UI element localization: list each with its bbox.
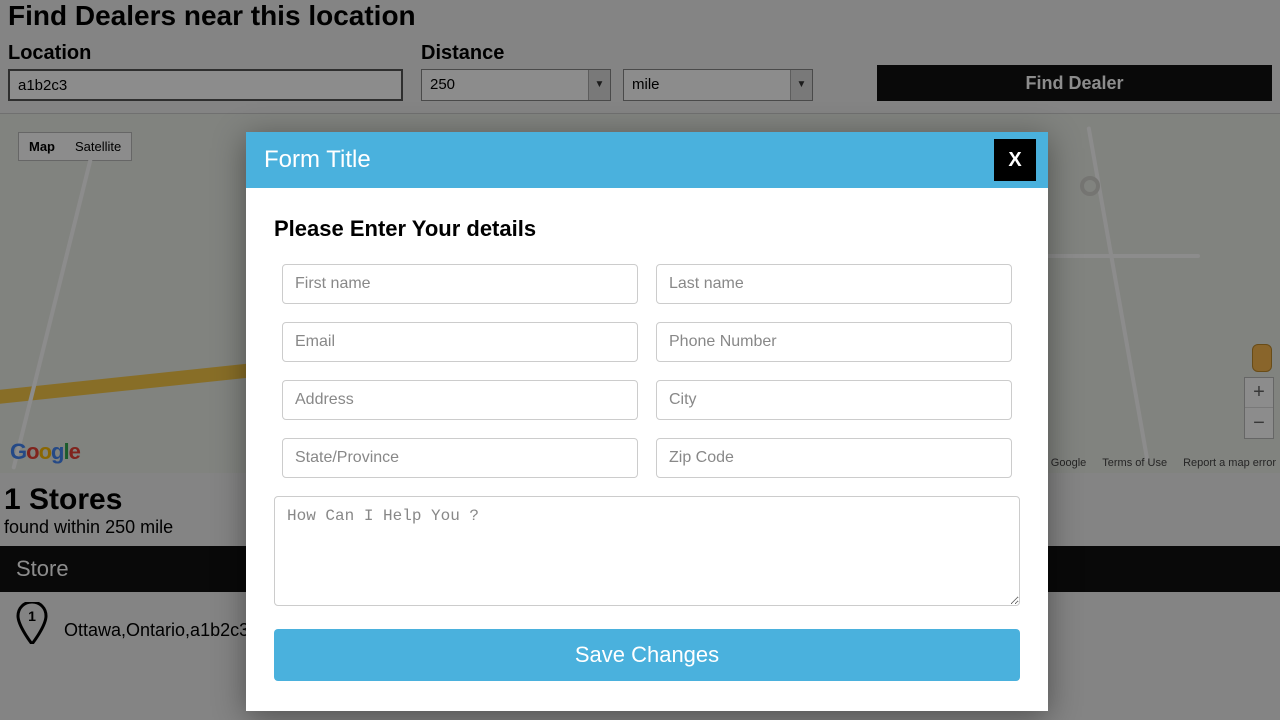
first-name-input[interactable] <box>282 264 638 304</box>
modal-header: Form Title X <box>246 132 1048 188</box>
address-input[interactable] <box>282 380 638 420</box>
close-button[interactable]: X <box>994 139 1036 181</box>
zip-input[interactable] <box>656 438 1012 478</box>
save-changes-button[interactable]: Save Changes <box>274 629 1020 681</box>
last-name-input[interactable] <box>656 264 1012 304</box>
city-input[interactable] <box>656 380 1012 420</box>
contact-form-modal: Form Title X Please Enter Your details S… <box>246 132 1048 711</box>
modal-title: Form Title <box>264 146 371 174</box>
message-textarea[interactable] <box>274 496 1020 606</box>
phone-input[interactable] <box>656 322 1012 362</box>
email-input[interactable] <box>282 322 638 362</box>
state-input[interactable] <box>282 438 638 478</box>
modal-subtitle: Please Enter Your details <box>274 216 1020 242</box>
form-grid <box>274 264 1020 478</box>
modal-body: Please Enter Your details Save Changes <box>246 188 1048 711</box>
